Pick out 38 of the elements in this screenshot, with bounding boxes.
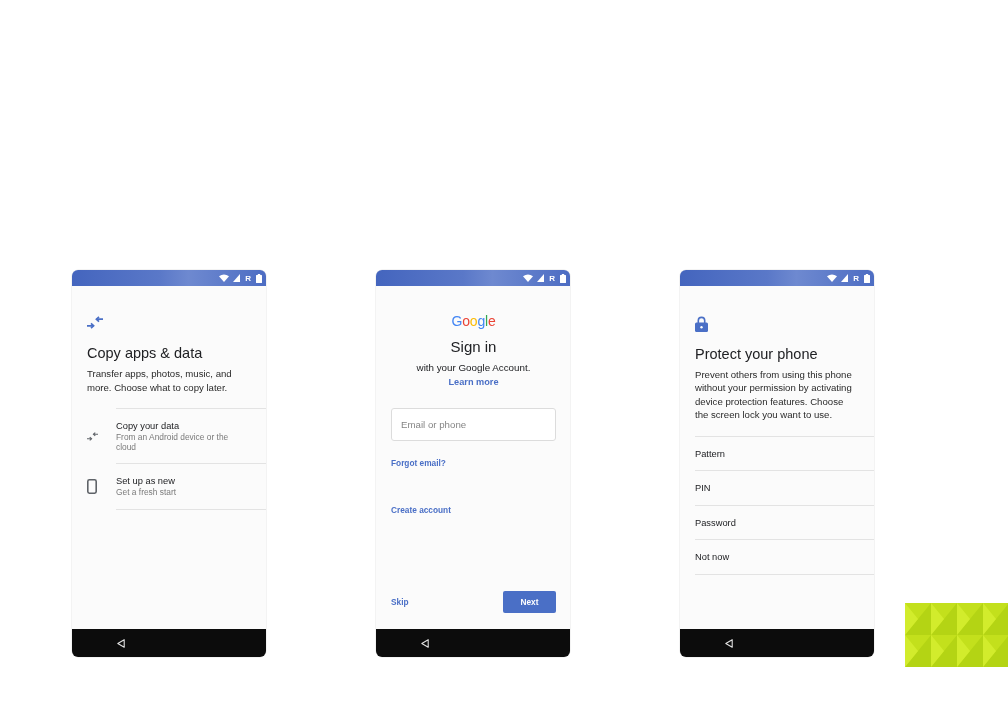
battery-icon [256,273,262,283]
email-field[interactable]: Email or phone [391,408,556,441]
back-icon[interactable] [725,638,733,648]
wifi-icon [827,274,838,282]
next-button[interactable]: Next [503,591,556,613]
transfer-arrows-icon [87,431,98,441]
screen-subtitle: with your Google Account. [416,361,531,374]
lock-icon [695,316,708,332]
skip-button[interactable]: Skip [391,596,409,608]
screen-description: Prevent others from using this phone without your permission by activating device protection features. Choose the screen lock you want to use. [695,368,853,422]
screen-description: Transfer apps, photos, music, and more. Choose what to copy later. [87,367,233,394]
screen-title: Sign in [450,338,497,356]
back-icon[interactable] [421,638,429,648]
learn-more-link[interactable]: Learn more [448,376,499,388]
logo-text: Google [451,312,496,330]
network-label: R [245,273,251,283]
network-label: R [853,273,859,283]
lock-option[interactable]: Password [695,505,874,541]
wifi-icon [219,274,230,282]
phone-icon [87,479,97,495]
battery-icon [560,273,566,283]
back-icon[interactable] [117,638,125,648]
lock-option[interactable]: Pattern [695,435,874,472]
wifi-icon [523,274,534,282]
screen-title: Protect your phone [695,345,819,363]
forgot-email-link[interactable]: Forgot email? [391,457,446,469]
option-item[interactable]: Set up as new Get a fresh start [87,464,266,510]
network-label: R [549,273,555,283]
lock-option[interactable]: PIN [695,471,874,506]
battery-icon [864,273,870,283]
lock-option[interactable]: Not now [695,540,874,575]
signal-icon [841,274,849,282]
signal-icon [233,274,241,282]
option-item[interactable]: Copy your data From an Android device or the cloud [87,408,266,464]
signal-icon [537,274,545,282]
transfer-arrows-icon [87,316,103,329]
create-account-link[interactable]: Create account [391,504,451,516]
screen-title: Copy apps & data [87,344,204,362]
